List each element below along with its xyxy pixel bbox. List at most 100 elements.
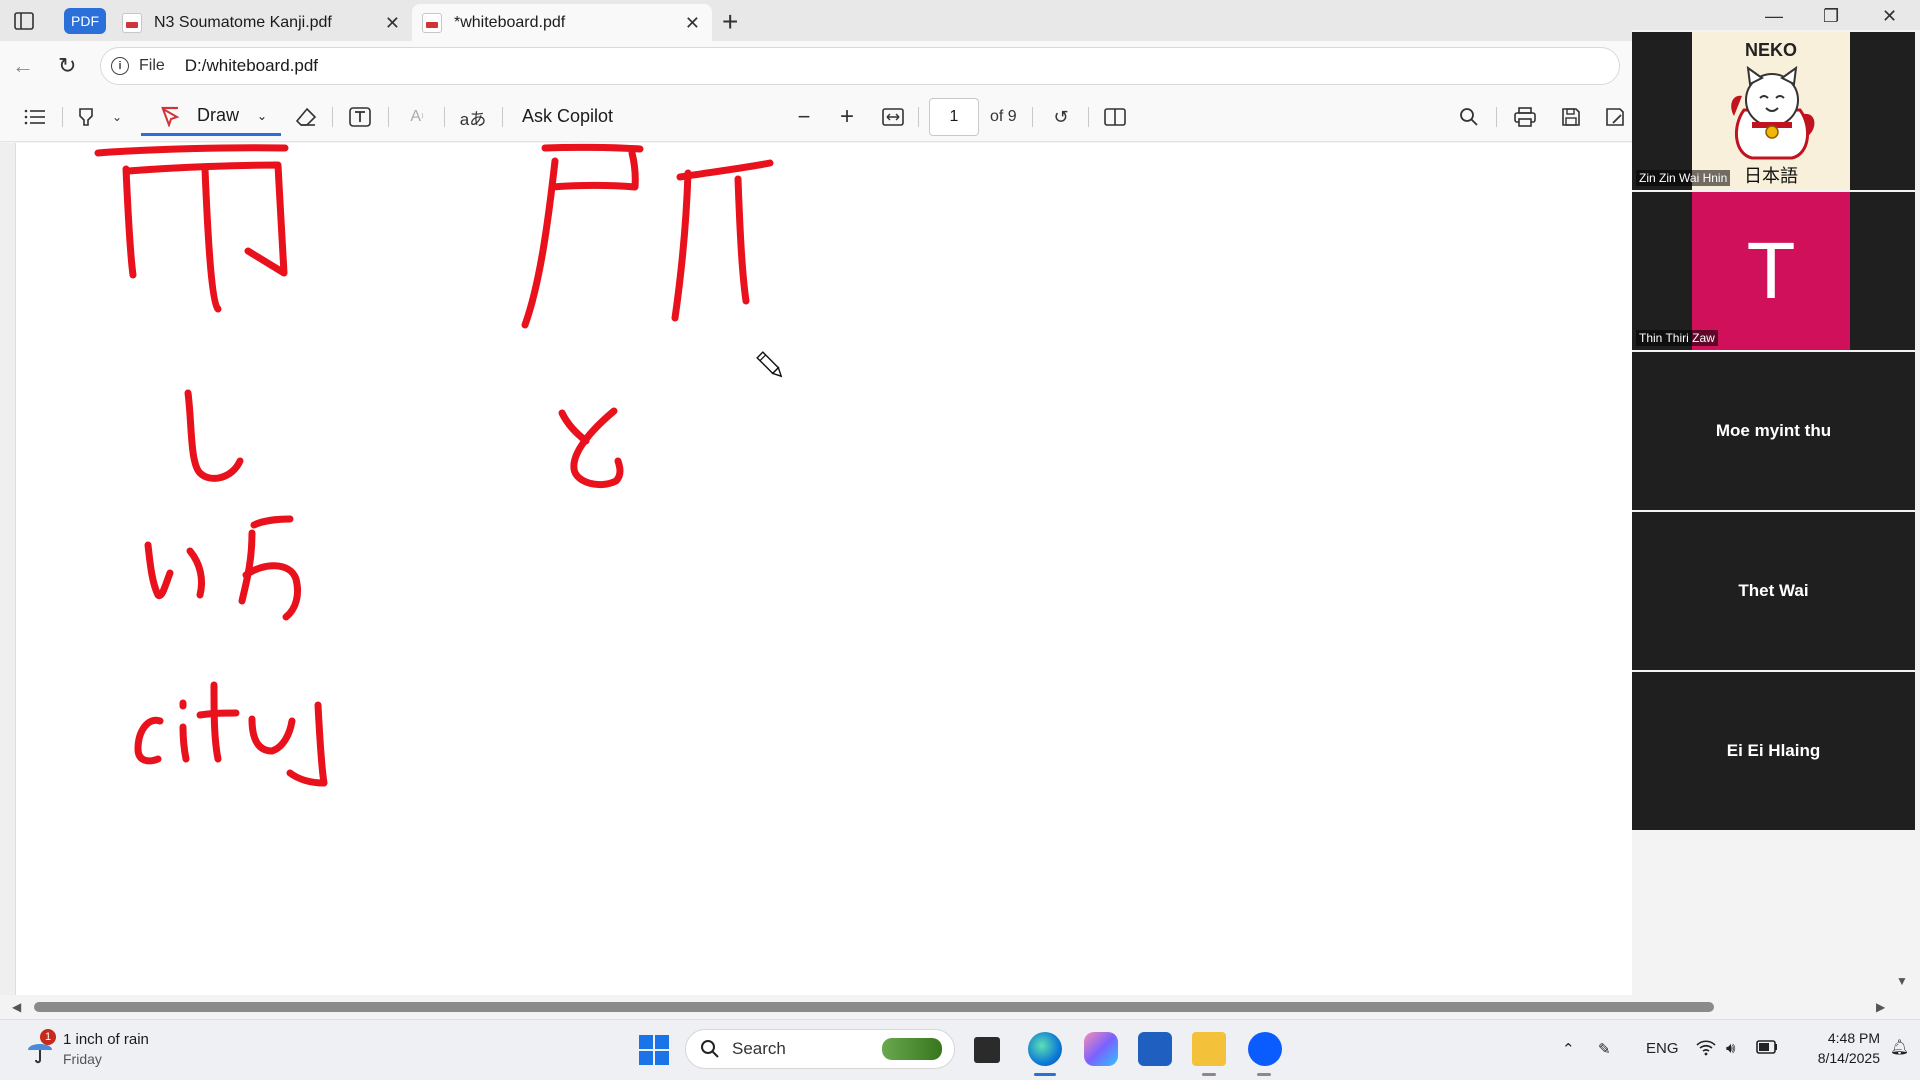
clock-date[interactable]: 8/14/2025 bbox=[1795, 1050, 1880, 1066]
restore-icon[interactable]: ❐ bbox=[1823, 6, 1839, 27]
contents-list-icon[interactable] bbox=[20, 102, 50, 132]
close-window-icon[interactable]: ✕ bbox=[1882, 6, 1897, 27]
fit-to-width-icon[interactable] bbox=[878, 102, 908, 132]
show-hidden-icons-chevron-icon[interactable]: ⌃ bbox=[1562, 1040, 1575, 1058]
volume-icon[interactable]: 🔊︎ bbox=[1726, 1040, 1735, 1057]
tab-whiteboard[interactable]: *whiteboard.pdf ✕ bbox=[412, 4, 712, 41]
tab-title: N3 Soumatome Kanji.pdf bbox=[154, 13, 332, 31]
save-as-icon[interactable] bbox=[1600, 102, 1630, 132]
close-tab-icon[interactable]: ✕ bbox=[385, 13, 400, 34]
open-app-indicator bbox=[1257, 1073, 1271, 1076]
edge-browser-icon[interactable] bbox=[1028, 1032, 1062, 1066]
translate-icon[interactable]: aあ bbox=[456, 102, 490, 132]
page-view-icon[interactable] bbox=[1100, 102, 1130, 132]
scroll-left-arrow-icon[interactable]: ◀ bbox=[12, 1000, 21, 1014]
zoom-in-icon[interactable]: + bbox=[833, 102, 861, 132]
back-arrow-icon[interactable]: ← bbox=[12, 53, 34, 79]
clock-time[interactable]: 4:48 PM bbox=[1810, 1030, 1880, 1046]
neko-logo-text: NEKO bbox=[1744, 40, 1797, 60]
ink-kanji-shi bbox=[94, 144, 289, 157]
pdf-file-icon bbox=[422, 12, 442, 33]
task-view-icon[interactable] bbox=[974, 1037, 1000, 1063]
windows-start-icon[interactable] bbox=[638, 1034, 670, 1071]
toolbar-divider bbox=[918, 107, 919, 127]
address-bar[interactable]: i File D:/whiteboard.pdf bbox=[100, 47, 1620, 85]
tab-n3-soumatome[interactable]: N3 Soumatome Kanji.pdf ✕ bbox=[112, 4, 412, 41]
ink-word-city bbox=[196, 709, 240, 719]
ink-hiragana-to bbox=[558, 409, 590, 445]
zoom-out-icon[interactable]: − bbox=[790, 102, 818, 132]
handwriting-ink-layer[interactable] bbox=[0, 143, 1632, 995]
scheme-label: File bbox=[139, 57, 165, 74]
ink-word-city bbox=[210, 681, 222, 763]
ink-kanji-shi bbox=[122, 165, 137, 279]
horizontal-scrollbar[interactable]: ◀ ▶ bbox=[0, 995, 1920, 1019]
ink-kanji-shi bbox=[201, 165, 222, 313]
participant-tile[interactable]: T Thin Thiri Zaw bbox=[1632, 192, 1915, 350]
ink-word-city bbox=[134, 716, 164, 765]
participant-tile[interactable]: NEKO 日本語 Zin Zin Wai Hnin bbox=[1632, 32, 1915, 190]
highlight-chevron-down-icon[interactable]: ⌄ bbox=[108, 102, 126, 132]
tab-actions-icon[interactable] bbox=[10, 8, 38, 34]
wifi-icon[interactable] bbox=[1696, 1040, 1716, 1060]
info-icon[interactable]: i bbox=[111, 57, 129, 75]
print-icon[interactable] bbox=[1510, 102, 1540, 132]
save-icon[interactable] bbox=[1556, 102, 1586, 132]
ink-word-city bbox=[179, 723, 190, 763]
rotate-icon[interactable]: ↺ bbox=[1046, 102, 1076, 132]
participant-name: Thet Wai bbox=[1738, 581, 1809, 600]
pdf-workspace-badge[interactable]: PDF bbox=[64, 8, 106, 34]
pdf-file-icon bbox=[122, 12, 142, 33]
search-icon[interactable] bbox=[1454, 102, 1484, 132]
language-indicator[interactable]: ENG bbox=[1646, 1040, 1679, 1057]
ink-hiragana-shi bbox=[184, 389, 244, 482]
eraser-icon[interactable] bbox=[292, 102, 320, 132]
participant-profile-image: NEKO 日本語 bbox=[1692, 32, 1850, 190]
zoom-participant-panel: NEKO 日本語 Zin Zin Wai Hnin T Thin Thiri Z… bbox=[1632, 30, 1920, 830]
ink-kanji-sho bbox=[676, 159, 774, 181]
scroll-right-arrow-icon[interactable]: ▶ bbox=[1876, 1000, 1885, 1014]
horizontal-scroll-thumb[interactable] bbox=[34, 1002, 1714, 1012]
minimize-icon[interactable]: — bbox=[1765, 6, 1783, 27]
copilot-icon[interactable] bbox=[1084, 1032, 1118, 1066]
battery-icon[interactable] bbox=[1756, 1040, 1778, 1058]
ink-word-city bbox=[286, 701, 328, 787]
toolbar-divider bbox=[1088, 107, 1089, 127]
text-format-icon[interactable]: A ⁾ bbox=[402, 102, 432, 132]
url-text[interactable]: D:/whiteboard.pdf bbox=[185, 56, 318, 76]
weather-title[interactable]: 1 inch of rain bbox=[63, 1031, 149, 1048]
draw-button[interactable]: Draw ⌄ bbox=[141, 98, 281, 136]
highlight-icon[interactable] bbox=[74, 102, 100, 132]
toolbar-divider bbox=[1032, 107, 1033, 127]
microsoft-store-icon[interactable] bbox=[1138, 1032, 1172, 1066]
participant-tile[interactable]: Thet Wai bbox=[1632, 512, 1915, 670]
toolbar-divider bbox=[502, 107, 503, 127]
zoom-app-icon[interactable] bbox=[1248, 1032, 1282, 1066]
add-text-icon[interactable] bbox=[346, 102, 374, 132]
refresh-icon[interactable]: ↻ bbox=[58, 53, 76, 79]
page-number-input[interactable]: 1 bbox=[929, 98, 979, 136]
ink-hiragana-ichi bbox=[250, 515, 294, 529]
draw-chevron-down-icon[interactable]: ⌄ bbox=[257, 109, 267, 123]
ink-kanji-sho bbox=[541, 143, 644, 153]
participant-name-label: Thin Thiri Zaw bbox=[1636, 330, 1718, 346]
participant-tile[interactable]: Ei Ei Hlaing bbox=[1632, 672, 1915, 830]
lucky-cat-icon bbox=[1731, 66, 1815, 160]
taskbar-search-box[interactable]: Search bbox=[685, 1029, 955, 1069]
close-tab-icon[interactable]: ✕ bbox=[685, 13, 700, 34]
toolbar-divider bbox=[1496, 107, 1497, 127]
notification-bell-icon[interactable]: 🔔︎ bbox=[1890, 1038, 1909, 1056]
participant-tile[interactable]: Moe myint thu bbox=[1632, 352, 1915, 510]
pen-input-icon[interactable]: ✎ bbox=[1598, 1040, 1611, 1058]
search-icon bbox=[701, 1040, 719, 1058]
ask-copilot-button[interactable]: Ask Copilot bbox=[522, 106, 613, 127]
pdf-document-page[interactable] bbox=[0, 143, 1632, 995]
ink-hiragana-ichi bbox=[186, 547, 206, 599]
file-explorer-icon[interactable] bbox=[1192, 1032, 1226, 1066]
toolbar-divider bbox=[444, 107, 445, 127]
ink-kanji-sho bbox=[734, 175, 750, 305]
new-tab-icon[interactable]: + bbox=[722, 6, 738, 38]
scroll-down-arrow-icon[interactable]: ▼ bbox=[1896, 974, 1908, 988]
search-label: Search bbox=[732, 1039, 786, 1058]
toolbar-divider bbox=[332, 107, 333, 127]
